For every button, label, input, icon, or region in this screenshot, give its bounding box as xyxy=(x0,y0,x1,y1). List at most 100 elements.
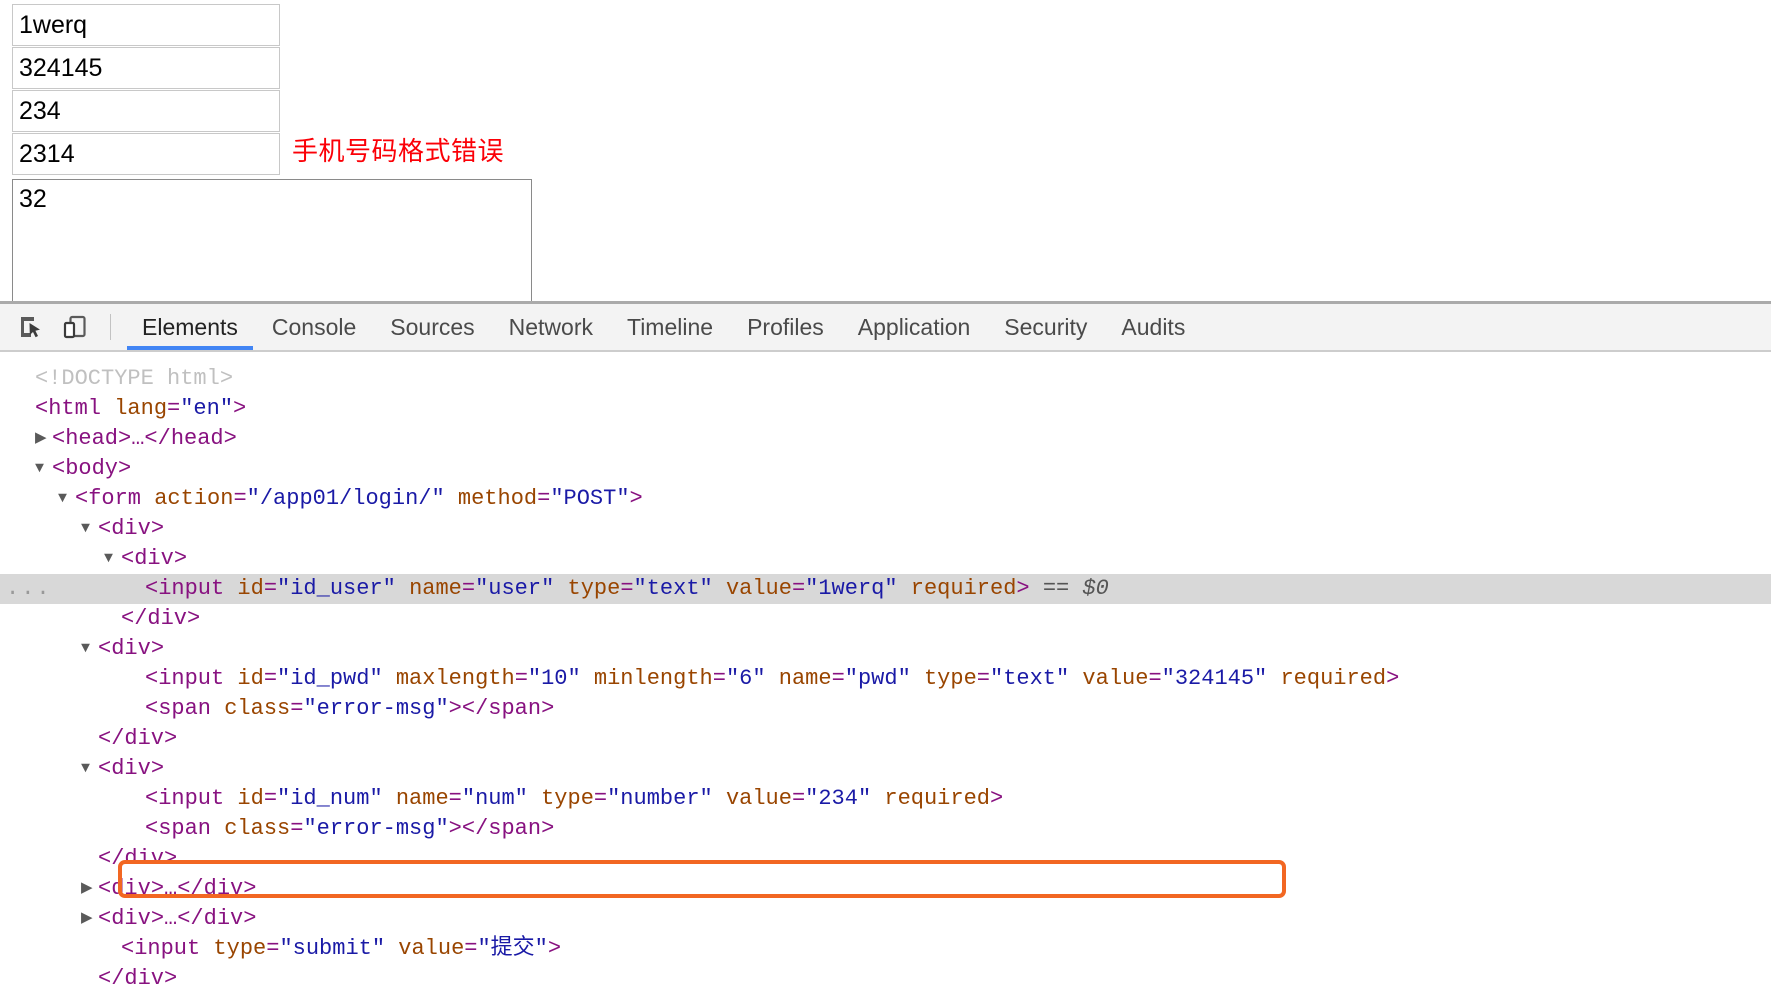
attr-value: "id_pwd" xyxy=(277,666,383,691)
attr-name: value xyxy=(725,576,792,601)
attr-value: "user" xyxy=(475,576,555,601)
chevron-down-icon[interactable] xyxy=(81,514,98,544)
attr-value: "num" xyxy=(461,786,528,811)
dom-line-input-num[interactable]: <input id="id_num" name="num" type="numb… xyxy=(0,784,1771,814)
chevron-down-icon[interactable] xyxy=(35,454,52,484)
collapsed-ellipsis: … xyxy=(131,426,145,451)
attr-name: required xyxy=(910,576,1017,601)
tab-label: Console xyxy=(271,313,357,340)
tab-security[interactable]: Security xyxy=(987,304,1104,350)
chevron-right-icon[interactable] xyxy=(35,424,52,454)
attr-name: id xyxy=(237,786,264,811)
attr-value: "6" xyxy=(725,666,766,691)
tab-label: Timeline xyxy=(627,313,714,340)
dom-line-div-open-1[interactable]: <div> xyxy=(0,514,1771,544)
chevron-down-icon[interactable] xyxy=(58,484,75,514)
attr-name: class xyxy=(224,816,291,841)
attr-value: "10" xyxy=(527,666,581,691)
dom-line-doctype[interactable]: <!DOCTYPE html> xyxy=(0,364,1771,394)
chevron-down-icon[interactable] xyxy=(104,544,121,574)
attr-name: id xyxy=(237,666,264,691)
attr-value: "/app01/login/" xyxy=(246,486,445,511)
attr-name: name xyxy=(409,576,462,601)
attr-name: type xyxy=(923,666,977,691)
tab-profiles[interactable]: Profiles xyxy=(730,304,841,350)
tab-label: Audits xyxy=(1121,313,1186,340)
collapsed-ellipsis: … xyxy=(164,876,178,901)
attr-value: "error-msg" xyxy=(303,696,449,721)
attr-name: lang xyxy=(114,396,168,421)
attr-value: "submit" xyxy=(279,936,386,961)
attr-value: "提交" xyxy=(477,936,548,961)
chevron-right-icon[interactable] xyxy=(81,874,98,904)
selected-node-ref: == $0 xyxy=(1042,576,1109,601)
tag-name: input xyxy=(158,666,225,691)
chevron-down-icon[interactable] xyxy=(81,754,98,784)
chevron-right-icon[interactable] xyxy=(81,904,98,934)
dom-line-input-submit[interactable]: <input type="submit" value="提交"> xyxy=(0,934,1771,964)
tag-name: input xyxy=(158,576,225,601)
phone-error-message: 手机号码格式错误 xyxy=(292,136,505,166)
attr-value: "POST" xyxy=(550,486,630,511)
tab-elements[interactable]: Elements xyxy=(125,304,255,350)
dom-line-div-close-3[interactable]: </div> xyxy=(0,844,1771,874)
tab-sources[interactable]: Sources xyxy=(373,304,491,350)
dom-line-div-close-4[interactable]: </div> xyxy=(0,964,1771,989)
devtools-tab-bar: Elements Console Sources Network Timelin… xyxy=(125,304,1202,350)
dom-line-div-open-2[interactable]: <div> xyxy=(0,544,1771,574)
dom-line-div-open-4[interactable]: <div> xyxy=(0,754,1771,784)
dom-line-span-error-1[interactable]: <span class="error-msg"></span> xyxy=(0,694,1771,724)
dom-tree[interactable]: <!DOCTYPE html> <html lang="en"> <head>…… xyxy=(0,352,1771,989)
dom-line-div-close-1[interactable]: </div> xyxy=(0,604,1771,634)
attr-name: action xyxy=(154,486,234,511)
attr-value: "id_user" xyxy=(277,576,396,601)
inspect-element-icon[interactable] xyxy=(12,308,50,346)
tab-audits[interactable]: Audits xyxy=(1104,304,1202,350)
tag-name: input xyxy=(134,936,201,961)
login-form-fields xyxy=(12,4,280,176)
dom-line-html[interactable]: <html lang="en"> xyxy=(0,394,1771,424)
attr-value: "id_num" xyxy=(277,786,383,811)
tag-name: html xyxy=(48,396,102,421)
dom-line-div-close-2[interactable]: </div> xyxy=(0,724,1771,754)
tab-label: Security xyxy=(1004,313,1088,340)
attr-name: required xyxy=(1280,666,1387,691)
attr-name: required xyxy=(884,786,990,811)
device-toolbar-icon[interactable] xyxy=(56,308,94,346)
overflow-dots-badge[interactable]: ... xyxy=(6,574,52,604)
tab-console[interactable]: Console xyxy=(255,304,373,350)
attr-value: "error-msg" xyxy=(303,816,449,841)
dom-line-input-pwd[interactable]: <input id="id_pwd" maxlength="10" minlen… xyxy=(0,664,1771,694)
tab-application[interactable]: Application xyxy=(841,304,988,350)
attr-name: value xyxy=(1082,666,1149,691)
user-input[interactable] xyxy=(12,4,280,46)
tab-network[interactable]: Network xyxy=(492,304,610,350)
dom-line-form[interactable]: <form action="/app01/login/" method="POS… xyxy=(0,484,1771,514)
num-input[interactable] xyxy=(12,90,280,132)
dom-line-div-collapsed-1[interactable]: <div>…</div> xyxy=(0,874,1771,904)
dom-line-body[interactable]: <body> xyxy=(0,454,1771,484)
attr-name: value xyxy=(725,786,792,811)
pwd-input[interactable] xyxy=(12,47,280,89)
toolbar-divider xyxy=(110,314,111,340)
dom-line-head[interactable]: <head>…</head> xyxy=(0,424,1771,454)
dom-line-div-collapsed-2[interactable]: <div>…</div> xyxy=(0,904,1771,934)
tag-name: input xyxy=(158,786,225,811)
attr-value: "text" xyxy=(633,576,713,601)
message-textarea[interactable]: 32 xyxy=(12,179,532,301)
devtools-window: 32 手机号码格式错误 Elements Console xyxy=(0,0,1771,989)
rendered-page-area: 32 手机号码格式错误 xyxy=(0,0,1771,301)
collapsed-ellipsis: … xyxy=(164,906,178,931)
dom-line-div-open-3[interactable]: <div> xyxy=(0,634,1771,664)
attr-value: "number" xyxy=(607,786,713,811)
attr-value: "324145" xyxy=(1161,666,1268,691)
phone-input[interactable] xyxy=(12,133,280,175)
tab-timeline[interactable]: Timeline xyxy=(610,304,730,350)
dom-line-input-user[interactable]: ... <input id="id_user" name="user" type… xyxy=(0,574,1771,604)
dom-line-span-error-2[interactable]: <span class="error-msg"></span> xyxy=(0,814,1771,844)
devtools-panel: Elements Console Sources Network Timelin… xyxy=(0,301,1771,989)
tab-label: Application xyxy=(857,313,971,340)
chevron-down-icon[interactable] xyxy=(81,634,98,664)
attr-name: type xyxy=(541,786,594,811)
attr-value: "text" xyxy=(990,666,1070,691)
